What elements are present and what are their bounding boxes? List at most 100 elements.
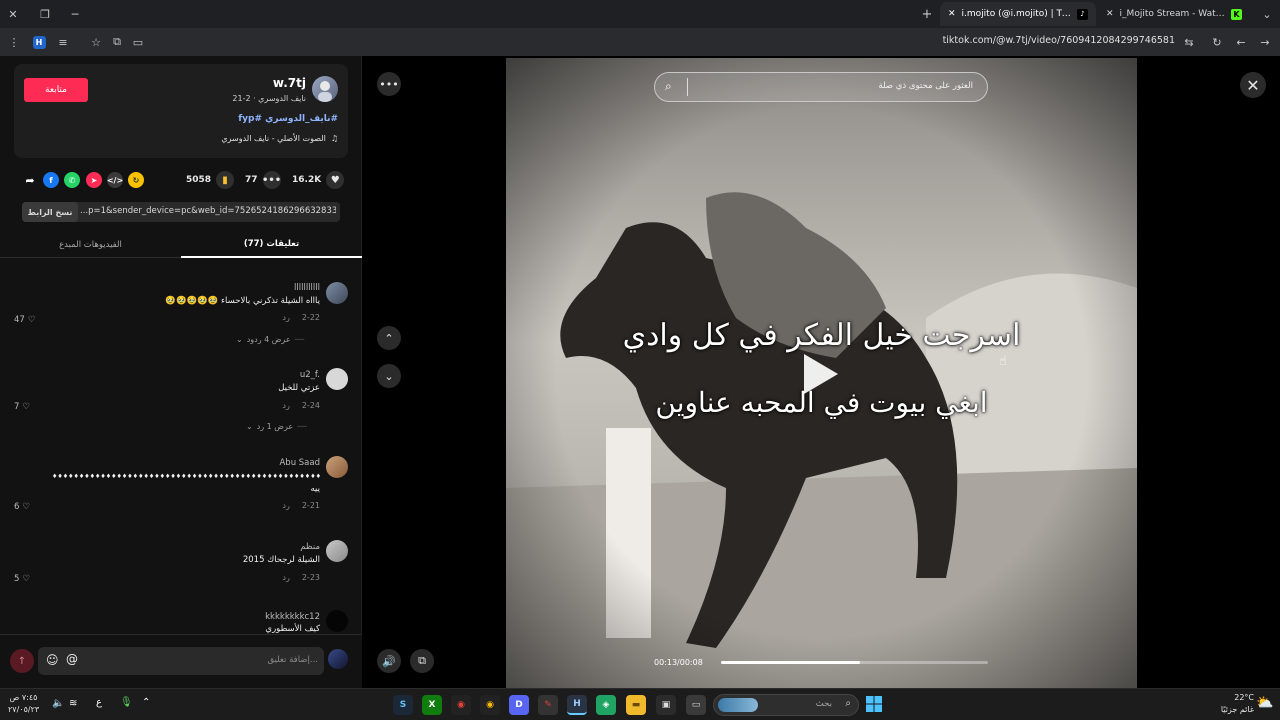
comment-stat[interactable]: 77 ••• bbox=[245, 171, 281, 189]
tab-comments[interactable]: تعليقات (77) bbox=[181, 232, 362, 258]
emoji-icon[interactable]: ☺ bbox=[46, 653, 59, 667]
embed-code-icon[interactable]: </> bbox=[107, 172, 123, 188]
install-app-icon[interactable]: ⧉ bbox=[108, 33, 126, 51]
commenter-avatar[interactable] bbox=[326, 282, 348, 304]
related-search-bar[interactable]: ⌕ العثور على محتوى ذي صلة bbox=[654, 72, 988, 102]
save-stat[interactable]: 5058 ▮ bbox=[186, 171, 235, 189]
cast-icon[interactable]: ▭ bbox=[129, 33, 147, 51]
comment-item: u2_f. عزتي للخيل رد 2-24 7 ♡ ⌄ عرض 1 رد … bbox=[0, 366, 362, 446]
repost-icon[interactable]: ↻ bbox=[128, 172, 144, 188]
comment-like[interactable]: 47 ♡ bbox=[14, 315, 35, 325]
video-progress-fill bbox=[721, 661, 860, 664]
language-indicator[interactable]: ع bbox=[96, 697, 102, 708]
wifi-icon[interactable]: ≋ bbox=[69, 698, 77, 709]
commenter-avatar[interactable] bbox=[326, 610, 348, 632]
follow-button[interactable]: متابعة bbox=[24, 78, 88, 102]
share-arrow-icon[interactable]: ➦ bbox=[22, 172, 38, 188]
mention-icon[interactable]: @ bbox=[66, 652, 78, 666]
minimize-window-icon[interactable]: ─ bbox=[66, 5, 84, 23]
commenter-name[interactable]: منظم bbox=[300, 542, 320, 552]
menu-dots-icon[interactable]: ⋮ bbox=[5, 33, 23, 51]
taskbar-search[interactable]: بحث ⌕ bbox=[713, 694, 859, 716]
chrome-profile-icon[interactable]: ◉ bbox=[480, 695, 500, 715]
commenter-name[interactable]: lllllllllll bbox=[294, 283, 320, 293]
forward-icon[interactable]: ← bbox=[1232, 33, 1250, 51]
sound-link[interactable]: الصوت الأصلي - نايف الدوسري ♫ bbox=[221, 134, 338, 143]
send-to-friend-icon[interactable]: ➤ bbox=[86, 172, 102, 188]
view-replies-button[interactable]: ⌄ عرض 1 رد ── bbox=[246, 422, 307, 431]
tiktok-logo-icon: ♪ bbox=[1077, 8, 1088, 20]
reply-link[interactable]: رد bbox=[282, 401, 289, 410]
whatsapp-icon[interactable]: ✆ bbox=[64, 172, 80, 188]
post-hashtags[interactable]: #نايف_الدوسري #fyp bbox=[238, 114, 338, 124]
next-video-button[interactable]: ⌄ bbox=[377, 364, 401, 388]
comment-like[interactable]: 5 ♡ bbox=[14, 574, 30, 584]
play-icon[interactable] bbox=[804, 354, 838, 394]
chevron-up-icon[interactable]: ⌃ bbox=[142, 697, 150, 708]
xbox-icon[interactable]: X bbox=[422, 695, 442, 715]
author-avatar[interactable] bbox=[312, 76, 338, 102]
author-username[interactable]: w.7tj bbox=[273, 76, 306, 90]
clock[interactable]: ٧:٤٥ ص ٢٧/٠٥/٢٣ bbox=[8, 692, 39, 716]
commenter-avatar[interactable] bbox=[326, 540, 348, 562]
comment-like[interactable]: 6 ♡ bbox=[14, 502, 30, 512]
share-link-text[interactable]: ...p=1&sender_device=pc&web_id=752652418… bbox=[80, 206, 336, 216]
steam-icon[interactable]: S bbox=[393, 695, 413, 715]
video-player[interactable]: ⌕ العثور على محتوى ذي صلة اسرجت خيل الفك… bbox=[506, 58, 1137, 688]
address-bar[interactable]: tiktok.com/@w.7tj/video/7609412084299746… bbox=[900, 35, 1175, 46]
comment-input-bar: ↑ ☺ @ إضافة تعليق... bbox=[0, 634, 362, 688]
chrome-icon[interactable]: ◉ bbox=[451, 695, 471, 715]
post-comment-button[interactable]: ↑ bbox=[10, 649, 34, 673]
commenter-name[interactable]: u2_f. bbox=[300, 370, 320, 380]
like-stat[interactable]: 16.2K ♥ bbox=[292, 171, 345, 189]
tab-tiktok[interactable]: ✕ i.mojito (@i.mojito) | TikTok ♪ bbox=[940, 2, 1096, 26]
browser-app-icon[interactable]: H bbox=[567, 695, 587, 715]
new-tab-icon[interactable]: + bbox=[918, 5, 936, 23]
commenter-avatar[interactable] bbox=[326, 456, 348, 478]
reading-mode-icon[interactable]: ≡ bbox=[54, 33, 72, 51]
volume-button[interactable]: 🔊 bbox=[377, 649, 401, 673]
weather-widget[interactable]: 22°C غائم جزئيًا bbox=[1204, 692, 1254, 716]
reply-link[interactable]: رد bbox=[282, 573, 289, 582]
close-video-button[interactable]: ✕ bbox=[1240, 72, 1266, 98]
app-tool-icon[interactable]: ✎ bbox=[538, 695, 558, 715]
file-explorer-icon[interactable]: ▬ bbox=[626, 695, 646, 715]
back-icon[interactable]: → bbox=[1256, 33, 1274, 51]
close-window-icon[interactable]: ✕ bbox=[4, 5, 22, 23]
discord-icon[interactable]: D bbox=[509, 695, 529, 715]
commenter-name[interactable]: kkkkkkkkc12 bbox=[265, 612, 320, 622]
share-link-box: نسخ الرابط ...p=1&sender_device=pc&web_i… bbox=[22, 202, 340, 222]
reload-icon[interactable]: ↻ bbox=[1208, 33, 1226, 51]
microphone-icon[interactable]: 🎙 bbox=[120, 697, 133, 708]
video-progress-track[interactable] bbox=[721, 661, 988, 664]
close-tab-icon[interactable]: ✕ bbox=[1106, 9, 1114, 19]
previous-video-button[interactable]: ⌃ bbox=[377, 326, 401, 350]
app-green-icon[interactable]: ◈ bbox=[596, 695, 616, 715]
my-avatar bbox=[328, 649, 348, 669]
windows-start-icon[interactable] bbox=[865, 695, 883, 713]
commenter-name[interactable]: Abu Saad bbox=[279, 458, 320, 468]
clock-time: ٧:٤٥ ص bbox=[9, 693, 38, 702]
facebook-icon[interactable]: f bbox=[43, 172, 59, 188]
picture-in-picture-button[interactable]: ⧉ bbox=[410, 649, 434, 673]
speaker-icon[interactable]: 🔈 bbox=[52, 698, 64, 709]
restore-window-icon[interactable]: ❐ bbox=[36, 5, 54, 23]
more-options-button[interactable]: ••• bbox=[377, 72, 401, 96]
reply-link[interactable]: رد bbox=[282, 313, 289, 322]
close-tab-icon[interactable]: ✕ bbox=[948, 9, 956, 19]
copy-link-button[interactable]: نسخ الرابط bbox=[22, 202, 78, 222]
commenter-avatar[interactable] bbox=[326, 368, 348, 390]
tab-mojito[interactable]: ✕ i_Mojito Stream - Watch Liv K bbox=[1098, 2, 1250, 26]
store-icon[interactable]: ▣ bbox=[656, 695, 676, 715]
tab-search-icon[interactable]: ⌄ bbox=[1258, 5, 1276, 23]
tab-creator-videos[interactable]: الفيديوهات المبدع bbox=[0, 232, 181, 258]
site-settings-icon[interactable]: ⇆ bbox=[1180, 33, 1198, 51]
reply-link[interactable]: رد bbox=[282, 501, 289, 510]
comment-like[interactable]: 7 ♡ bbox=[14, 402, 30, 412]
extension-h-icon[interactable]: H bbox=[30, 33, 48, 51]
comment-input[interactable]: ☺ @ إضافة تعليق... bbox=[38, 647, 324, 675]
terminal-icon[interactable]: ▭ bbox=[686, 695, 706, 715]
bookmark-star-icon[interactable]: ☆ bbox=[87, 33, 105, 51]
view-replies-button[interactable]: ⌄ عرض 4 ردود ── bbox=[236, 335, 304, 344]
comment-meta: رد 2-23 bbox=[282, 573, 320, 582]
